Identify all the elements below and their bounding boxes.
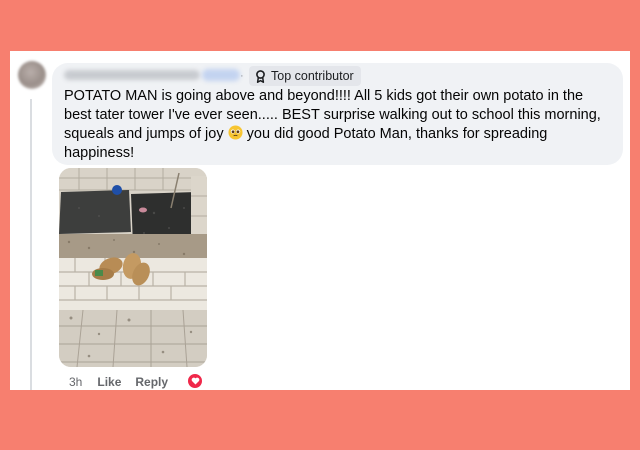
author-name-redacted[interactable] (64, 70, 200, 80)
comment-line-1: POTATO MAN is going above and beyond!!!!… (64, 88, 584, 104)
dot-separator: · (240, 70, 244, 82)
avatar[interactable] (18, 61, 46, 89)
potato-tower-photo-image (59, 168, 207, 367)
comment-photo[interactable] (59, 168, 207, 367)
heart-icon (191, 372, 200, 390)
comment-line-4: you did good Potato Man, thanks for spre… (246, 126, 548, 142)
comment-line-2: best tater tower I've ever seen..... BES… (64, 107, 601, 123)
like-button[interactable]: Like (97, 375, 121, 389)
comment-actions: 3h Like Reply (69, 375, 182, 389)
award-icon (255, 69, 266, 83)
badge-label: Top contributor (271, 69, 354, 83)
comment-line-3: squeals and jumps of joy (64, 126, 224, 142)
comment-card: · Top contributor POTATO MAN is going ab… (10, 51, 630, 390)
thread-line (30, 99, 32, 390)
reply-button[interactable]: Reply (135, 375, 168, 389)
pleading-face-emoji-icon (228, 125, 243, 140)
comment-text: POTATO MAN is going above and beyond!!!!… (64, 87, 609, 163)
comment-line-5: happiness! (64, 145, 135, 161)
love-reaction-badge[interactable] (186, 372, 204, 390)
top-contributor-badge[interactable]: Top contributor (249, 66, 361, 86)
timestamp[interactable]: 3h (69, 375, 82, 389)
comment-bubble: · Top contributor POTATO MAN is going ab… (52, 63, 623, 165)
author-name-redacted-link[interactable] (202, 69, 240, 81)
